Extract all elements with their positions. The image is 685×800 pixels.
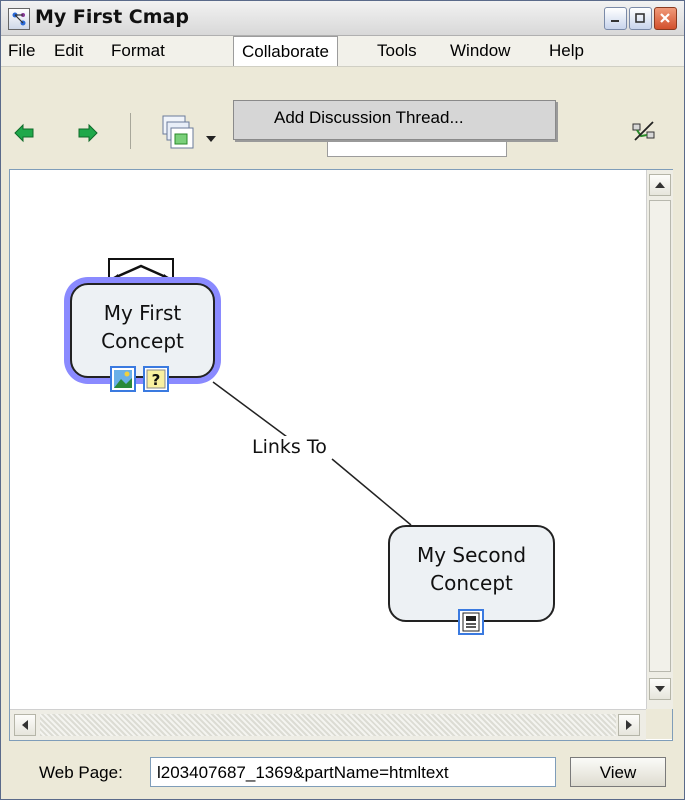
horizontal-scroll-track[interactable] bbox=[40, 714, 616, 736]
status-bar: Web Page: l203407687_1369&partName=htmlt… bbox=[1, 749, 684, 799]
chevron-down-icon[interactable] bbox=[205, 128, 217, 147]
menu-bar: File Edit Format Collaborate Tools Windo… bbox=[1, 36, 684, 67]
toolbar-search-field[interactable] bbox=[327, 140, 507, 157]
scroll-left-button[interactable] bbox=[14, 714, 36, 736]
menu-help[interactable]: Help bbox=[549, 41, 584, 61]
window-title: My First Cmap bbox=[35, 6, 189, 28]
image-resource-icon[interactable] bbox=[110, 366, 136, 392]
menu-format[interactable]: Format bbox=[111, 41, 165, 61]
vertical-scrollbar[interactable] bbox=[646, 170, 673, 709]
application-window: My First Cmap File Edit Format Collabora… bbox=[0, 0, 685, 800]
link-line-lower bbox=[331, 458, 412, 526]
menu-window[interactable]: Window bbox=[450, 41, 510, 61]
back-arrow-icon[interactable] bbox=[13, 122, 35, 148]
concept-label-line: My Second bbox=[416, 543, 527, 567]
horizontal-scrollbar[interactable] bbox=[10, 709, 646, 740]
disconnect-icon[interactable] bbox=[631, 120, 657, 148]
view-mode-icon[interactable] bbox=[161, 114, 199, 158]
cmap-app-icon[interactable] bbox=[8, 8, 30, 30]
view-button[interactable]: View bbox=[570, 757, 666, 787]
concept-node-first[interactable]: My First Concept bbox=[70, 283, 215, 378]
scroll-down-button[interactable] bbox=[649, 678, 671, 700]
document-resource-icon[interactable] bbox=[458, 609, 484, 635]
menu-file[interactable]: File bbox=[8, 41, 35, 61]
menu-collaborate[interactable]: Collaborate bbox=[233, 36, 338, 66]
minimize-button[interactable] bbox=[604, 7, 627, 30]
link-phrase[interactable]: Links To bbox=[250, 436, 329, 458]
concept-label-line: Concept bbox=[101, 329, 184, 353]
toolbar-separator bbox=[130, 113, 131, 149]
scrollbar-corner bbox=[646, 709, 672, 739]
concept-node-second[interactable]: My Second Concept bbox=[388, 525, 555, 622]
scroll-right-button[interactable] bbox=[618, 714, 640, 736]
title-bar[interactable]: My First Cmap bbox=[1, 1, 684, 36]
web-page-label: Web Page: bbox=[39, 763, 123, 782]
forward-arrow-icon[interactable] bbox=[77, 122, 99, 148]
collaborate-dropdown-menu: Add Discussion Thread... bbox=[233, 100, 556, 140]
scroll-up-button[interactable] bbox=[649, 174, 671, 196]
help-resource-icon[interactable]: ? bbox=[143, 366, 169, 392]
menu-tools[interactable]: Tools bbox=[377, 41, 417, 61]
menu-item-add-discussion-thread[interactable]: Add Discussion Thread... bbox=[274, 108, 464, 128]
cmap-canvas[interactable]: My First Concept ? Links To My Second Co… bbox=[9, 169, 673, 741]
menu-edit[interactable]: Edit bbox=[54, 41, 83, 61]
web-page-url-field[interactable]: l203407687_1369&partName=htmltext bbox=[150, 757, 556, 787]
vertical-scroll-thumb[interactable] bbox=[649, 200, 671, 672]
close-button[interactable] bbox=[654, 7, 677, 30]
concept-label-line: Concept bbox=[430, 571, 513, 595]
svg-text:?: ? bbox=[152, 371, 161, 389]
concept-label-line: My First bbox=[103, 301, 182, 325]
maximize-button[interactable] bbox=[629, 7, 652, 30]
